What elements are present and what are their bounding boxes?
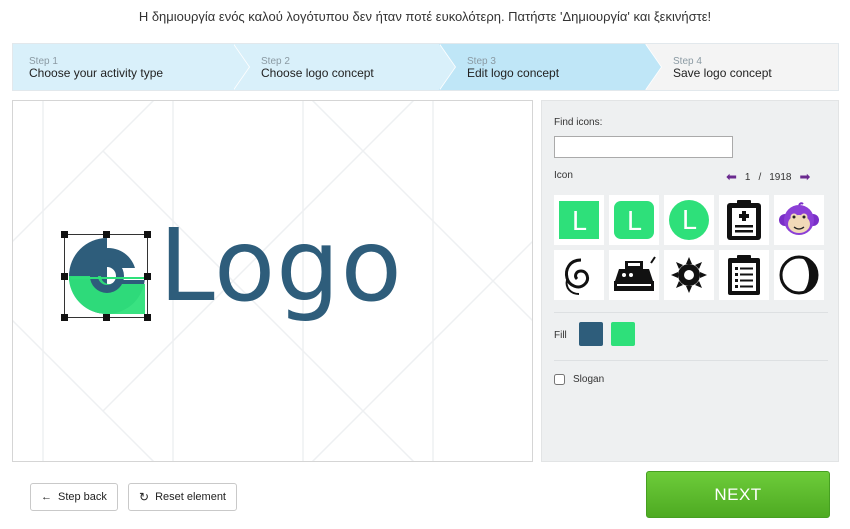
letter-l-rounded-icon: L (614, 201, 654, 239)
letter-l-square-icon: L (559, 201, 599, 239)
icon-option[interactable]: L (609, 195, 659, 245)
logo-canvas[interactable]: Logo (12, 100, 533, 462)
resize-handle-sw[interactable] (61, 314, 68, 321)
page-total: 1918 (769, 171, 792, 183)
step-label: Choose logo concept (261, 66, 374, 80)
icon-option[interactable] (774, 250, 824, 300)
step-label: Edit logo concept (467, 66, 560, 80)
svg-text:L: L (627, 207, 642, 237)
resize-handle-nw[interactable] (61, 231, 68, 238)
clipboard-plus-icon (727, 200, 761, 240)
icon-grid: L L L (554, 195, 824, 300)
svg-text:L: L (682, 206, 697, 236)
slogan-checkbox[interactable] (554, 374, 565, 385)
step-1: Step 1 Choose your activity type (13, 44, 250, 90)
icon-option[interactable] (774, 195, 824, 245)
printer-scanner-icon (614, 256, 656, 291)
icon-option[interactable] (609, 250, 659, 300)
reset-icon: ↻ (139, 490, 150, 504)
fill-swatch-secondary[interactable] (611, 322, 635, 346)
debian-swirl-icon (565, 258, 590, 295)
arrow-left-icon: ← (41, 491, 52, 503)
icon-option[interactable] (719, 195, 769, 245)
icon-option[interactable] (554, 250, 604, 300)
resize-handle-ne[interactable] (144, 231, 151, 238)
find-icons-label: Find icons: (554, 117, 603, 128)
slogan-label: Slogan (573, 374, 605, 385)
step-4: Step 4 Save logo concept (645, 44, 838, 90)
icon-option[interactable] (719, 250, 769, 300)
divider (554, 360, 828, 361)
letter-l-circle-icon: L (669, 200, 709, 240)
reset-element-label: Reset element (155, 491, 226, 503)
resize-handle-w[interactable] (61, 273, 68, 280)
top-banner: Η δημιουργία ενός καλού λογότυπου δεν ήτ… (138, 9, 712, 24)
edit-panel: Find icons: Icon ⬅ 1 / 1918 ➡ L L L Fill… (541, 100, 839, 462)
selection-box[interactable] (61, 231, 151, 321)
next-page-icon[interactable]: ➡ (800, 169, 811, 185)
step-back-button[interactable]: ← Step back (30, 483, 118, 511)
page-separator: / (758, 171, 762, 183)
slogan-toggle[interactable]: Slogan (554, 374, 604, 385)
resize-handle-s[interactable] (103, 314, 110, 321)
resize-handle-se[interactable] (144, 314, 151, 321)
clipboard-list-icon (728, 255, 760, 295)
reset-element-button[interactable]: ↻ Reset element (128, 483, 237, 511)
step-progress-bar: Step 1 Choose your activity type Step 2 … (12, 43, 839, 91)
icon-section-label: Icon (554, 170, 573, 181)
moon-phase-icon (779, 255, 819, 295)
icon-option[interactable]: L (664, 195, 714, 245)
step-back-label: Step back (58, 491, 107, 503)
step-3-active: Step 3 Edit logo concept (439, 44, 662, 90)
next-button[interactable]: NEXT (646, 471, 830, 518)
svg-text:L: L (572, 207, 587, 237)
step-2: Step 2 Choose logo concept (233, 44, 456, 90)
fill-swatch-primary[interactable] (579, 322, 603, 346)
icon-option[interactable]: L (554, 195, 604, 245)
icon-pager: ⬅ 1 / 1918 ➡ (726, 169, 810, 185)
fill-label: Fill (554, 330, 567, 341)
find-icons-input[interactable] (554, 136, 733, 158)
sun-gear-icon (671, 257, 707, 293)
resize-handle-e[interactable] (144, 273, 151, 280)
logo-text[interactable]: Logo (159, 216, 403, 316)
divider (554, 312, 828, 313)
prev-page-icon[interactable]: ⬅ (726, 169, 737, 185)
page-current: 1 (744, 171, 751, 183)
step-label: Save logo concept (673, 66, 772, 80)
icon-option[interactable] (664, 250, 714, 300)
step-label: Choose your activity type (29, 66, 164, 80)
resize-handle-n[interactable] (103, 231, 110, 238)
monkey-face-icon (779, 202, 819, 235)
